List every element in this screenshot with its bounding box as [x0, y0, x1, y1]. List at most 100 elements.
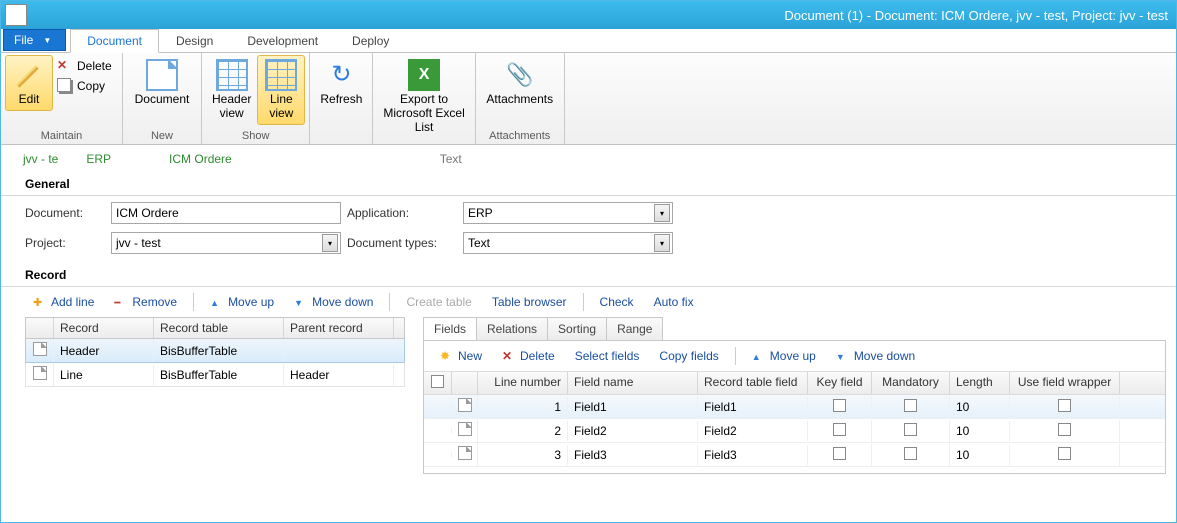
- refresh-icon: ↻: [325, 59, 357, 91]
- header-view-label: Header view: [212, 93, 251, 121]
- record-row[interactable]: Header BisBufferTable: [25, 339, 405, 363]
- use-field-wrapper-checkbox[interactable]: [1058, 399, 1071, 412]
- line-view-label: Line view: [269, 93, 293, 121]
- breadcrumb: jvv - te ERP ICM Ordere Text: [1, 145, 1176, 173]
- crumb-document[interactable]: ICM Ordere: [169, 152, 232, 166]
- project-combo[interactable]: jvv - test ▾: [111, 232, 341, 254]
- field-row[interactable]: 2 Field2 Field2 10: [424, 419, 1165, 443]
- mandatory-checkbox[interactable]: [904, 447, 917, 460]
- new-field-button[interactable]: New: [432, 347, 490, 365]
- select-all-checkbox[interactable]: [431, 375, 444, 388]
- move-down-button[interactable]: Move down: [286, 293, 381, 311]
- document-icon: [458, 398, 472, 412]
- key-field-checkbox[interactable]: [833, 447, 846, 460]
- mandatory-checkbox[interactable]: [904, 423, 917, 436]
- copy-icon: [57, 78, 73, 94]
- plus-icon: [33, 295, 47, 309]
- attachments-label: Attachments: [486, 93, 553, 107]
- arrow-up-icon: [210, 295, 224, 309]
- group-label-refresh-spacer: [310, 129, 372, 144]
- field-row[interactable]: 3 Field3 Field3 10: [424, 443, 1165, 467]
- col-record-table[interactable]: Record table: [154, 318, 284, 338]
- application-combo[interactable]: ERP ▾: [463, 202, 673, 224]
- create-table-button: Create table: [398, 293, 479, 311]
- ribbon-tabs: File ▼ Document Design Development Deplo…: [1, 29, 1176, 53]
- fields-move-up-button[interactable]: Move up: [744, 347, 824, 365]
- mandatory-checkbox[interactable]: [904, 399, 917, 412]
- tab-deploy[interactable]: Deploy: [335, 29, 406, 52]
- label-application: Application:: [347, 206, 457, 220]
- col-use-field-wrapper[interactable]: Use field wrapper: [1010, 372, 1120, 394]
- crumb-project[interactable]: jvv - te: [23, 152, 58, 166]
- tab-relations[interactable]: Relations: [476, 317, 548, 340]
- table-browser-button[interactable]: Table browser: [484, 293, 575, 311]
- export-label: Export to Microsoft Excel List: [383, 93, 464, 134]
- separator: [583, 293, 584, 311]
- select-fields-button[interactable]: Select fields: [567, 347, 648, 365]
- tab-document[interactable]: Document: [70, 29, 159, 53]
- auto-fix-button[interactable]: Auto fix: [646, 293, 702, 311]
- group-label-new: New: [123, 129, 201, 144]
- document-button[interactable]: Document: [127, 55, 197, 111]
- record-row[interactable]: Line BisBufferTable Header: [25, 363, 405, 387]
- group-label-show: Show: [202, 129, 309, 144]
- move-up-button[interactable]: Move up: [202, 293, 282, 311]
- system-menu-icon[interactable]: ▥: [5, 4, 27, 26]
- header-view-icon: [216, 59, 248, 91]
- col-length[interactable]: Length: [950, 372, 1010, 394]
- doctypes-value: Text: [468, 236, 490, 250]
- add-line-button[interactable]: Add line: [25, 293, 102, 311]
- file-menu[interactable]: File ▼: [3, 29, 66, 51]
- export-excel-button[interactable]: X Export to Microsoft Excel List: [377, 55, 470, 138]
- document-icon: [33, 366, 47, 380]
- col-parent-record[interactable]: Parent record: [284, 318, 394, 338]
- refresh-button[interactable]: ↻ Refresh: [314, 55, 368, 111]
- remove-button[interactable]: Remove: [106, 293, 185, 311]
- window-title: Document (1) - Document: ICM Ordere, jvv…: [31, 8, 1176, 23]
- fields-toolbar: New ✕Delete Select fields Copy fields Mo…: [424, 341, 1165, 371]
- tab-range[interactable]: Range: [606, 317, 663, 340]
- copy-fields-button[interactable]: Copy fields: [651, 347, 726, 365]
- delete-field-button[interactable]: ✕Delete: [494, 347, 563, 365]
- ribbon-group-export: X Export to Microsoft Excel List: [373, 53, 475, 144]
- arrow-up-icon: [752, 349, 766, 363]
- ribbon-group-show: Header view Line view Show: [202, 53, 310, 144]
- col-mandatory[interactable]: Mandatory: [872, 372, 950, 394]
- record-grid: Record Record table Parent record Header…: [25, 317, 405, 474]
- delete-icon: ✕: [57, 58, 73, 74]
- project-value: jvv - test: [116, 236, 161, 250]
- tab-fields[interactable]: Fields: [423, 317, 477, 340]
- header-view-button[interactable]: Header view: [206, 55, 257, 125]
- col-line-number[interactable]: Line number: [478, 372, 568, 394]
- col-record[interactable]: Record: [54, 318, 154, 338]
- ribbon-group-new: Document New: [123, 53, 202, 144]
- edit-button[interactable]: Edit: [5, 55, 53, 111]
- col-field-name[interactable]: Field name: [568, 372, 698, 394]
- use-field-wrapper-checkbox[interactable]: [1058, 423, 1071, 436]
- label-project: Project:: [25, 236, 105, 250]
- doctypes-combo[interactable]: Text ▾: [463, 232, 673, 254]
- tab-sorting[interactable]: Sorting: [547, 317, 607, 340]
- fields-move-down-button[interactable]: Move down: [828, 347, 923, 365]
- col-key-field[interactable]: Key field: [808, 372, 872, 394]
- key-field-checkbox[interactable]: [833, 423, 846, 436]
- tab-design[interactable]: Design: [159, 29, 230, 52]
- attachments-button[interactable]: 📎 Attachments: [480, 55, 560, 111]
- group-label-attachments: Attachments: [476, 129, 564, 144]
- field-row[interactable]: 1 Field1 Field1 10: [424, 395, 1165, 419]
- ribbon-group-refresh: ↻ Refresh: [310, 53, 373, 144]
- col-record-table-field[interactable]: Record table field: [698, 372, 808, 394]
- use-field-wrapper-checkbox[interactable]: [1058, 447, 1071, 460]
- delete-button[interactable]: ✕ Delete: [55, 57, 118, 75]
- group-label-maintain: Maintain: [1, 129, 122, 144]
- document-field[interactable]: [111, 202, 341, 224]
- key-field-checkbox[interactable]: [833, 399, 846, 412]
- copy-button[interactable]: Copy: [55, 77, 118, 95]
- separator: [193, 293, 194, 311]
- label-document: Document:: [25, 206, 105, 220]
- tab-development[interactable]: Development: [230, 29, 335, 52]
- check-button[interactable]: Check: [592, 293, 642, 311]
- file-menu-label: File: [14, 33, 33, 47]
- crumb-app[interactable]: ERP: [86, 152, 111, 166]
- line-view-button[interactable]: Line view: [257, 55, 305, 125]
